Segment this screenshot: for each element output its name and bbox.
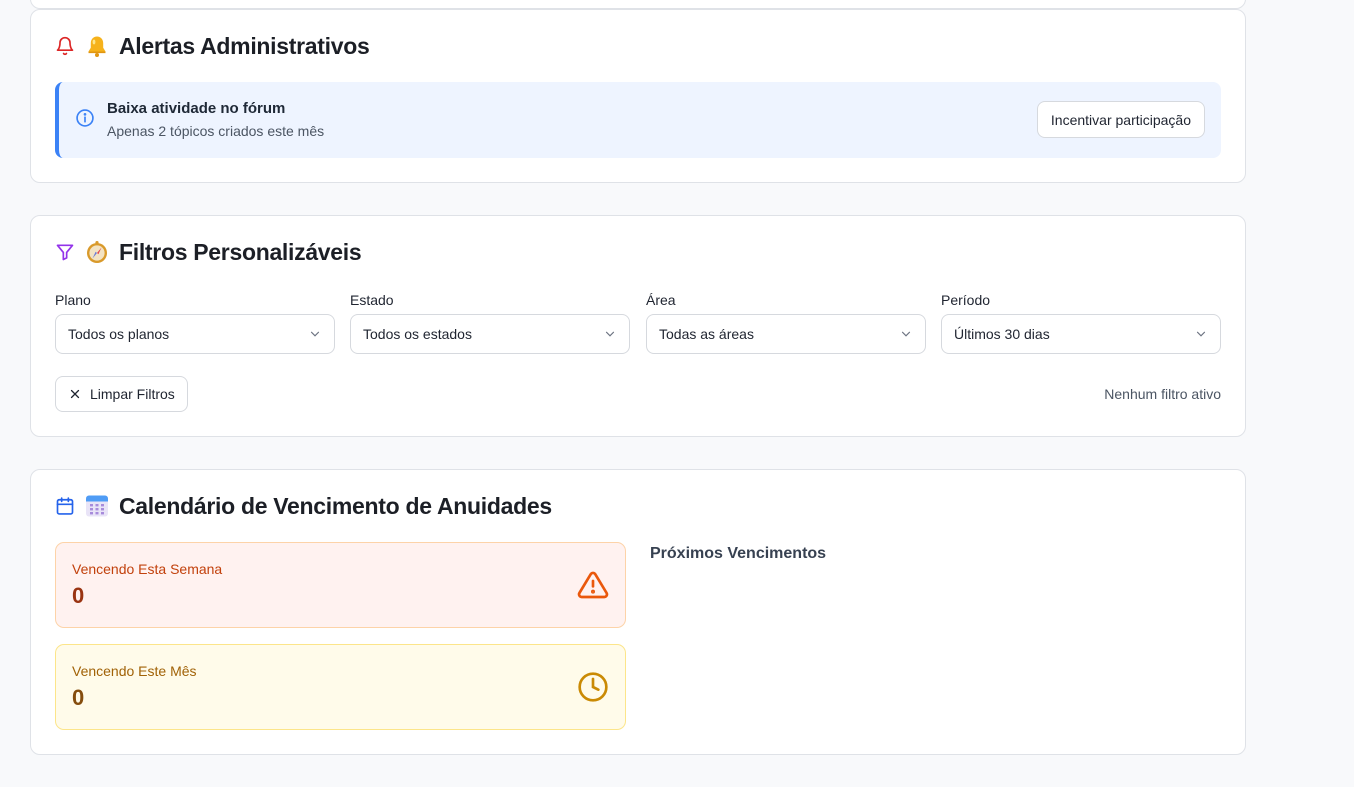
filters-card: Filtros Personalizáveis Plano Todos os p…: [30, 215, 1246, 437]
area-filter-label: Área: [646, 292, 676, 308]
plan-select-value: Todos os planos: [68, 326, 170, 342]
alert-title: Baixa atividade no fórum: [107, 100, 286, 117]
calendar-header: Calendário de Vencimento de Anuidades: [55, 490, 552, 522]
plan-filter: Plano Todos os planos: [55, 292, 335, 354]
calendar-emoji-icon: [85, 494, 109, 518]
filter-icon: [55, 242, 75, 262]
state-select[interactable]: Todos os estados: [350, 314, 630, 354]
warning-triangle-icon: [577, 569, 609, 601]
plan-filter-label: Plano: [55, 292, 91, 308]
calendar-card: Calendário de Vencimento de Anuidades Ve…: [30, 469, 1246, 755]
upcoming-due-title: Próximos Vencimentos: [650, 545, 827, 562]
due-this-month-value: 0: [72, 685, 85, 710]
area-filter: Área Todas as áreas: [646, 292, 926, 354]
period-filter-label: Período: [941, 292, 991, 308]
alerts-title: Alertas Administrativos: [119, 32, 370, 59]
filters-title: Filtros Personalizáveis: [119, 238, 362, 265]
due-this-week-card: Vencendo Esta Semana 0: [55, 542, 626, 628]
due-this-week-label: Vencendo Esta Semana: [72, 561, 223, 577]
clear-filters-label: Limpar Filtros: [90, 386, 175, 402]
bell-icon: [55, 36, 75, 56]
encourage-participation-button[interactable]: Incentivar participação: [1036, 101, 1205, 138]
period-filter: Período Últimos 30 dias: [941, 292, 1221, 354]
active-filters-status: Nenhum filtro ativo: [1104, 386, 1221, 402]
alerts-card: Alertas Administrativos Baixa atividade …: [30, 9, 1246, 183]
compass-emoji-icon: [85, 240, 109, 264]
alert-item: Baixa atividade no fórum Apenas 2 tópico…: [55, 82, 1221, 158]
due-this-month-card: Vencendo Este Mês 0: [55, 644, 626, 730]
chevron-down-icon: [310, 331, 320, 337]
chevron-down-icon: [1196, 331, 1206, 337]
due-this-week-value: 0: [72, 583, 85, 608]
alerts-header: Alertas Administrativos: [55, 30, 370, 62]
period-select[interactable]: Últimos 30 dias: [941, 314, 1221, 354]
clock-icon: [577, 671, 609, 703]
info-icon: [75, 108, 95, 128]
close-icon: [70, 389, 80, 399]
state-filter-label: Estado: [350, 292, 394, 308]
state-filter: Estado Todos os estados: [350, 292, 630, 354]
period-select-value: Últimos 30 dias: [954, 326, 1050, 342]
due-this-month-label: Vencendo Este Mês: [72, 663, 197, 679]
area-select[interactable]: Todas as áreas: [646, 314, 926, 354]
state-select-value: Todos os estados: [363, 326, 472, 342]
clear-filters-button[interactable]: Limpar Filtros: [55, 376, 188, 412]
calendar-icon: [55, 496, 75, 516]
chevron-down-icon: [605, 331, 615, 337]
calendar-title: Calendário de Vencimento de Anuidades: [119, 492, 552, 519]
plan-select[interactable]: Todos os planos: [55, 314, 335, 354]
filters-header: Filtros Personalizáveis: [55, 236, 362, 268]
chevron-down-icon: [901, 331, 911, 337]
bell-emoji-icon: [85, 34, 109, 58]
alert-description: Apenas 2 tópicos criados este mês: [107, 123, 325, 139]
area-select-value: Todas as áreas: [659, 326, 754, 342]
previous-card-edge: [30, 0, 1246, 9]
